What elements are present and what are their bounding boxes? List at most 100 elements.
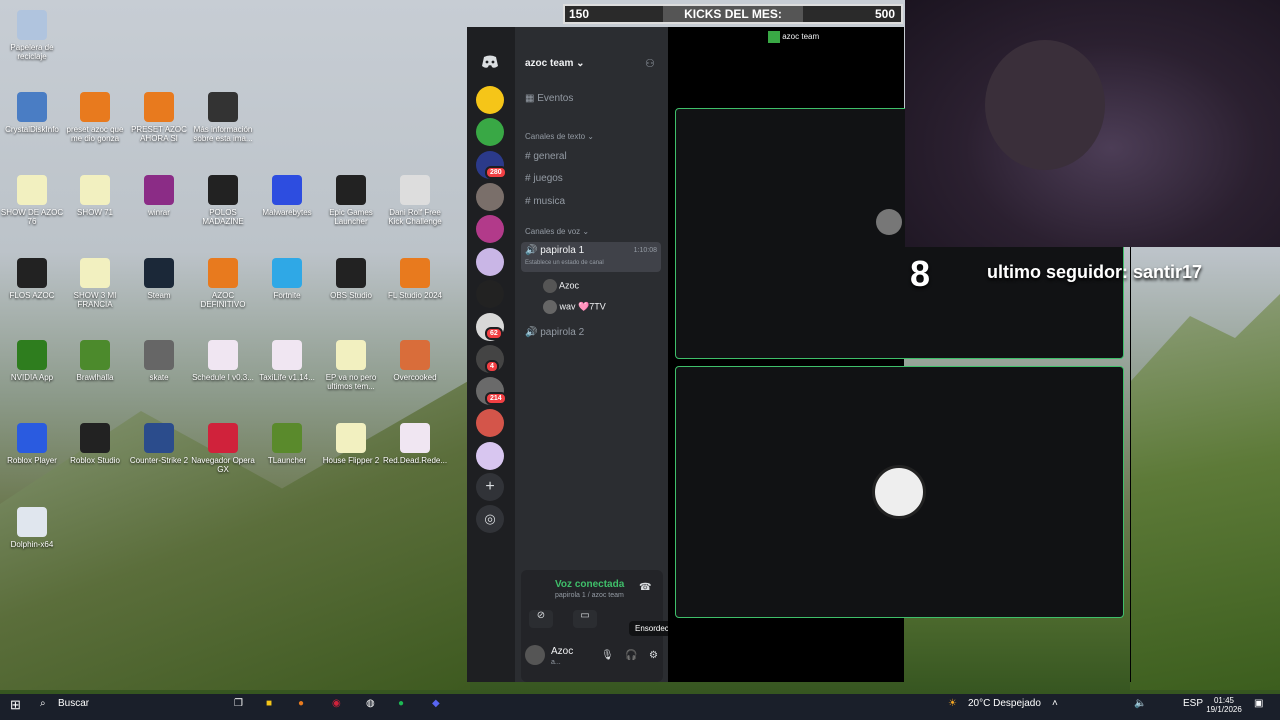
mic-icon[interactable]: 🎙 <box>601 650 614 661</box>
voice-channel-2[interactable]: 🔊 papirola 2 <box>525 327 584 338</box>
events-item[interactable]: ▦ Eventos <box>525 93 573 104</box>
server-icon[interactable] <box>476 86 504 114</box>
calendar-icon: ▦ <box>525 93 535 104</box>
desktop-icon[interactable]: FL Studio 2024 <box>383 258 447 300</box>
disconnect-icon[interactable]: ☎ <box>639 582 651 593</box>
notification-icon[interactable]: ▣ <box>1254 698 1263 709</box>
desktop-icon[interactable]: SHOW 3 MI FRANCIA <box>63 258 127 309</box>
app-icon <box>17 340 47 370</box>
channel-general[interactable]: # general <box>525 151 567 162</box>
desktop-icon[interactable]: NVIDIA App <box>0 340 64 382</box>
taskbar: ⊞ ⌕ Buscar ❐ ■ ● ◉ ◍ ● ◆ ☀ 20°C Despejad… <box>0 694 1280 720</box>
server-icon <box>768 31 780 43</box>
desktop-icon[interactable]: Dolphin-x64 <box>0 507 64 549</box>
desktop-icon[interactable]: preset azoc que me dio gonza <box>63 92 127 143</box>
desktop-icon-label: Fortnite <box>273 291 301 300</box>
desktop-icon[interactable]: skate <box>127 340 191 382</box>
desktop-icon[interactable]: Navegador Opera GX <box>191 423 255 474</box>
desktop-icon[interactable]: EP va no pero ultimos tem... <box>319 340 383 391</box>
desktop-icon[interactable]: CrystalDiskInfo <box>0 92 64 134</box>
file-explorer-icon[interactable]: ■ <box>266 698 272 709</box>
desktop-icon[interactable]: PRESET AZOC AHORA SI <box>127 92 191 143</box>
unread-badge: 280 <box>485 166 507 179</box>
channel-musica[interactable]: # musica <box>525 196 565 207</box>
desktop-icon[interactable]: Fortnite <box>255 258 319 300</box>
desktop-icon-label: winrar <box>148 208 170 217</box>
server-icon[interactable] <box>476 280 504 308</box>
desktop-icon[interactable]: House Flipper 2 <box>319 423 383 465</box>
user-name: Azoc <box>551 646 574 657</box>
server-icon[interactable] <box>476 215 504 243</box>
voice-section[interactable]: Canales de voz ⌄ <box>525 227 589 236</box>
desktop-icon[interactable]: Steam <box>127 258 191 300</box>
opera-icon[interactable]: ◉ <box>332 698 341 709</box>
server-icon[interactable] <box>476 409 504 437</box>
discord-taskbar-icon[interactable]: ◆ <box>432 698 440 709</box>
desktop-icon[interactable]: TaxiLife v1.14... <box>255 340 319 382</box>
desktop-icon[interactable]: SHOW 71 <box>63 175 127 217</box>
obs-icon[interactable]: ◍ <box>366 698 375 709</box>
clock[interactable]: 01:45 19/1/2026 <box>1204 696 1244 714</box>
camera-off-icon[interactable]: ⊘ <box>529 610 553 628</box>
weather-text[interactable]: 20°C Despejado <box>968 698 1041 709</box>
screen-share-icon[interactable]: ▭ <box>573 610 597 628</box>
desktop-icon[interactable]: winrar <box>127 175 191 217</box>
channel-juegos[interactable]: # juegos <box>525 173 563 184</box>
voice-status[interactable]: Establece un estado de canal <box>525 260 604 266</box>
desktop-icon[interactable]: Schedule I v0.3... <box>191 340 255 382</box>
desktop-icon[interactable]: Roblox Player <box>0 423 64 465</box>
desktop-icon[interactable]: Malwarebytes <box>255 175 319 217</box>
desktop-icon-label: AZOC DEFINITIVO <box>200 291 246 309</box>
desktop-icon[interactable]: Más información sobre esta ima... <box>191 92 255 143</box>
server-icon[interactable] <box>476 442 504 470</box>
volume-icon[interactable]: 🔈 <box>1134 698 1146 709</box>
desktop-icon[interactable]: TLauncher <box>255 423 319 465</box>
voice-user[interactable]: Azoc <box>543 279 579 293</box>
headphones-icon[interactable]: 🎧 <box>625 650 637 661</box>
app-icon <box>272 423 302 453</box>
windows-start-icon[interactable]: ⊞ <box>10 697 21 713</box>
fl-studio-icon[interactable]: ● <box>298 698 304 709</box>
add-server-icon[interactable]: + <box>476 473 504 501</box>
desktop-icon[interactable]: Epic Games Launcher <box>319 175 383 226</box>
desktop-icon-label: preset azoc que me dio gonza <box>66 125 124 143</box>
app-icon <box>144 340 174 370</box>
desktop-icon[interactable]: Brawlhalla <box>63 340 127 382</box>
desktop-icon[interactable]: OBS Studio <box>319 258 383 300</box>
invite-icon[interactable]: ⚇ <box>645 57 655 70</box>
desktop-icon[interactable]: SHOW DE AZOC 76 <box>0 175 64 226</box>
server-icon[interactable] <box>476 183 504 211</box>
desktop-icon[interactable]: AZOC DEFINITIVO <box>191 258 255 309</box>
search-icon[interactable]: ⌕ <box>40 698 46 709</box>
text-section[interactable]: Canales de texto ⌄ <box>525 132 594 141</box>
discover-icon[interactable]: ◎ <box>476 505 504 533</box>
desktop-icon[interactable]: Counter-Strike 2 <box>127 423 191 465</box>
desktop-icon[interactable]: Red.Dead.Rede... <box>383 423 447 465</box>
task-view-icon[interactable]: ❐ <box>234 698 243 709</box>
avatar[interactable] <box>525 645 545 665</box>
chevron-up-icon[interactable]: ˄ <box>1052 698 1058 709</box>
search-box[interactable]: Buscar <box>58 698 89 709</box>
spotify-icon[interactable]: ● <box>398 698 404 709</box>
desktop-icon[interactable]: Overcooked <box>383 340 447 382</box>
settings-icon[interactable]: ⚙ <box>649 650 658 661</box>
server-name-button[interactable]: azoc team ⌄ <box>525 58 585 69</box>
desktop-icon[interactable]: Roblox Studio <box>63 423 127 465</box>
desktop-icon[interactable]: FLOS AZOC <box>0 258 64 300</box>
desktop-icon[interactable]: POLOS MADAZINE <box>191 175 255 226</box>
avatar <box>876 209 902 235</box>
app-icon <box>272 175 302 205</box>
desktop-icon[interactable]: Papelera de reciclaje <box>0 10 64 61</box>
language[interactable]: ESP <box>1183 698 1203 709</box>
app-icon <box>208 175 238 205</box>
voice-section-label: Canales de voz <box>525 227 581 236</box>
video-tile[interactable] <box>675 366 1124 618</box>
discord-logo-icon[interactable] <box>481 55 499 69</box>
voice-connected-sub[interactable]: papirola 1 / azoc team <box>555 592 624 599</box>
desktop-icon[interactable]: Dani Rolf Free Kick Challenge <box>383 175 447 226</box>
server-icon[interactable] <box>476 248 504 276</box>
active-voice-channel[interactable]: 🔊 papirola 1 1:10:08 Establece un estado… <box>521 242 661 272</box>
voice-user[interactable]: wav 🩷7TV <box>543 300 606 314</box>
desktop-icon-label: TaxiLife v1.14... <box>259 373 315 382</box>
server-icon[interactable] <box>476 118 504 146</box>
